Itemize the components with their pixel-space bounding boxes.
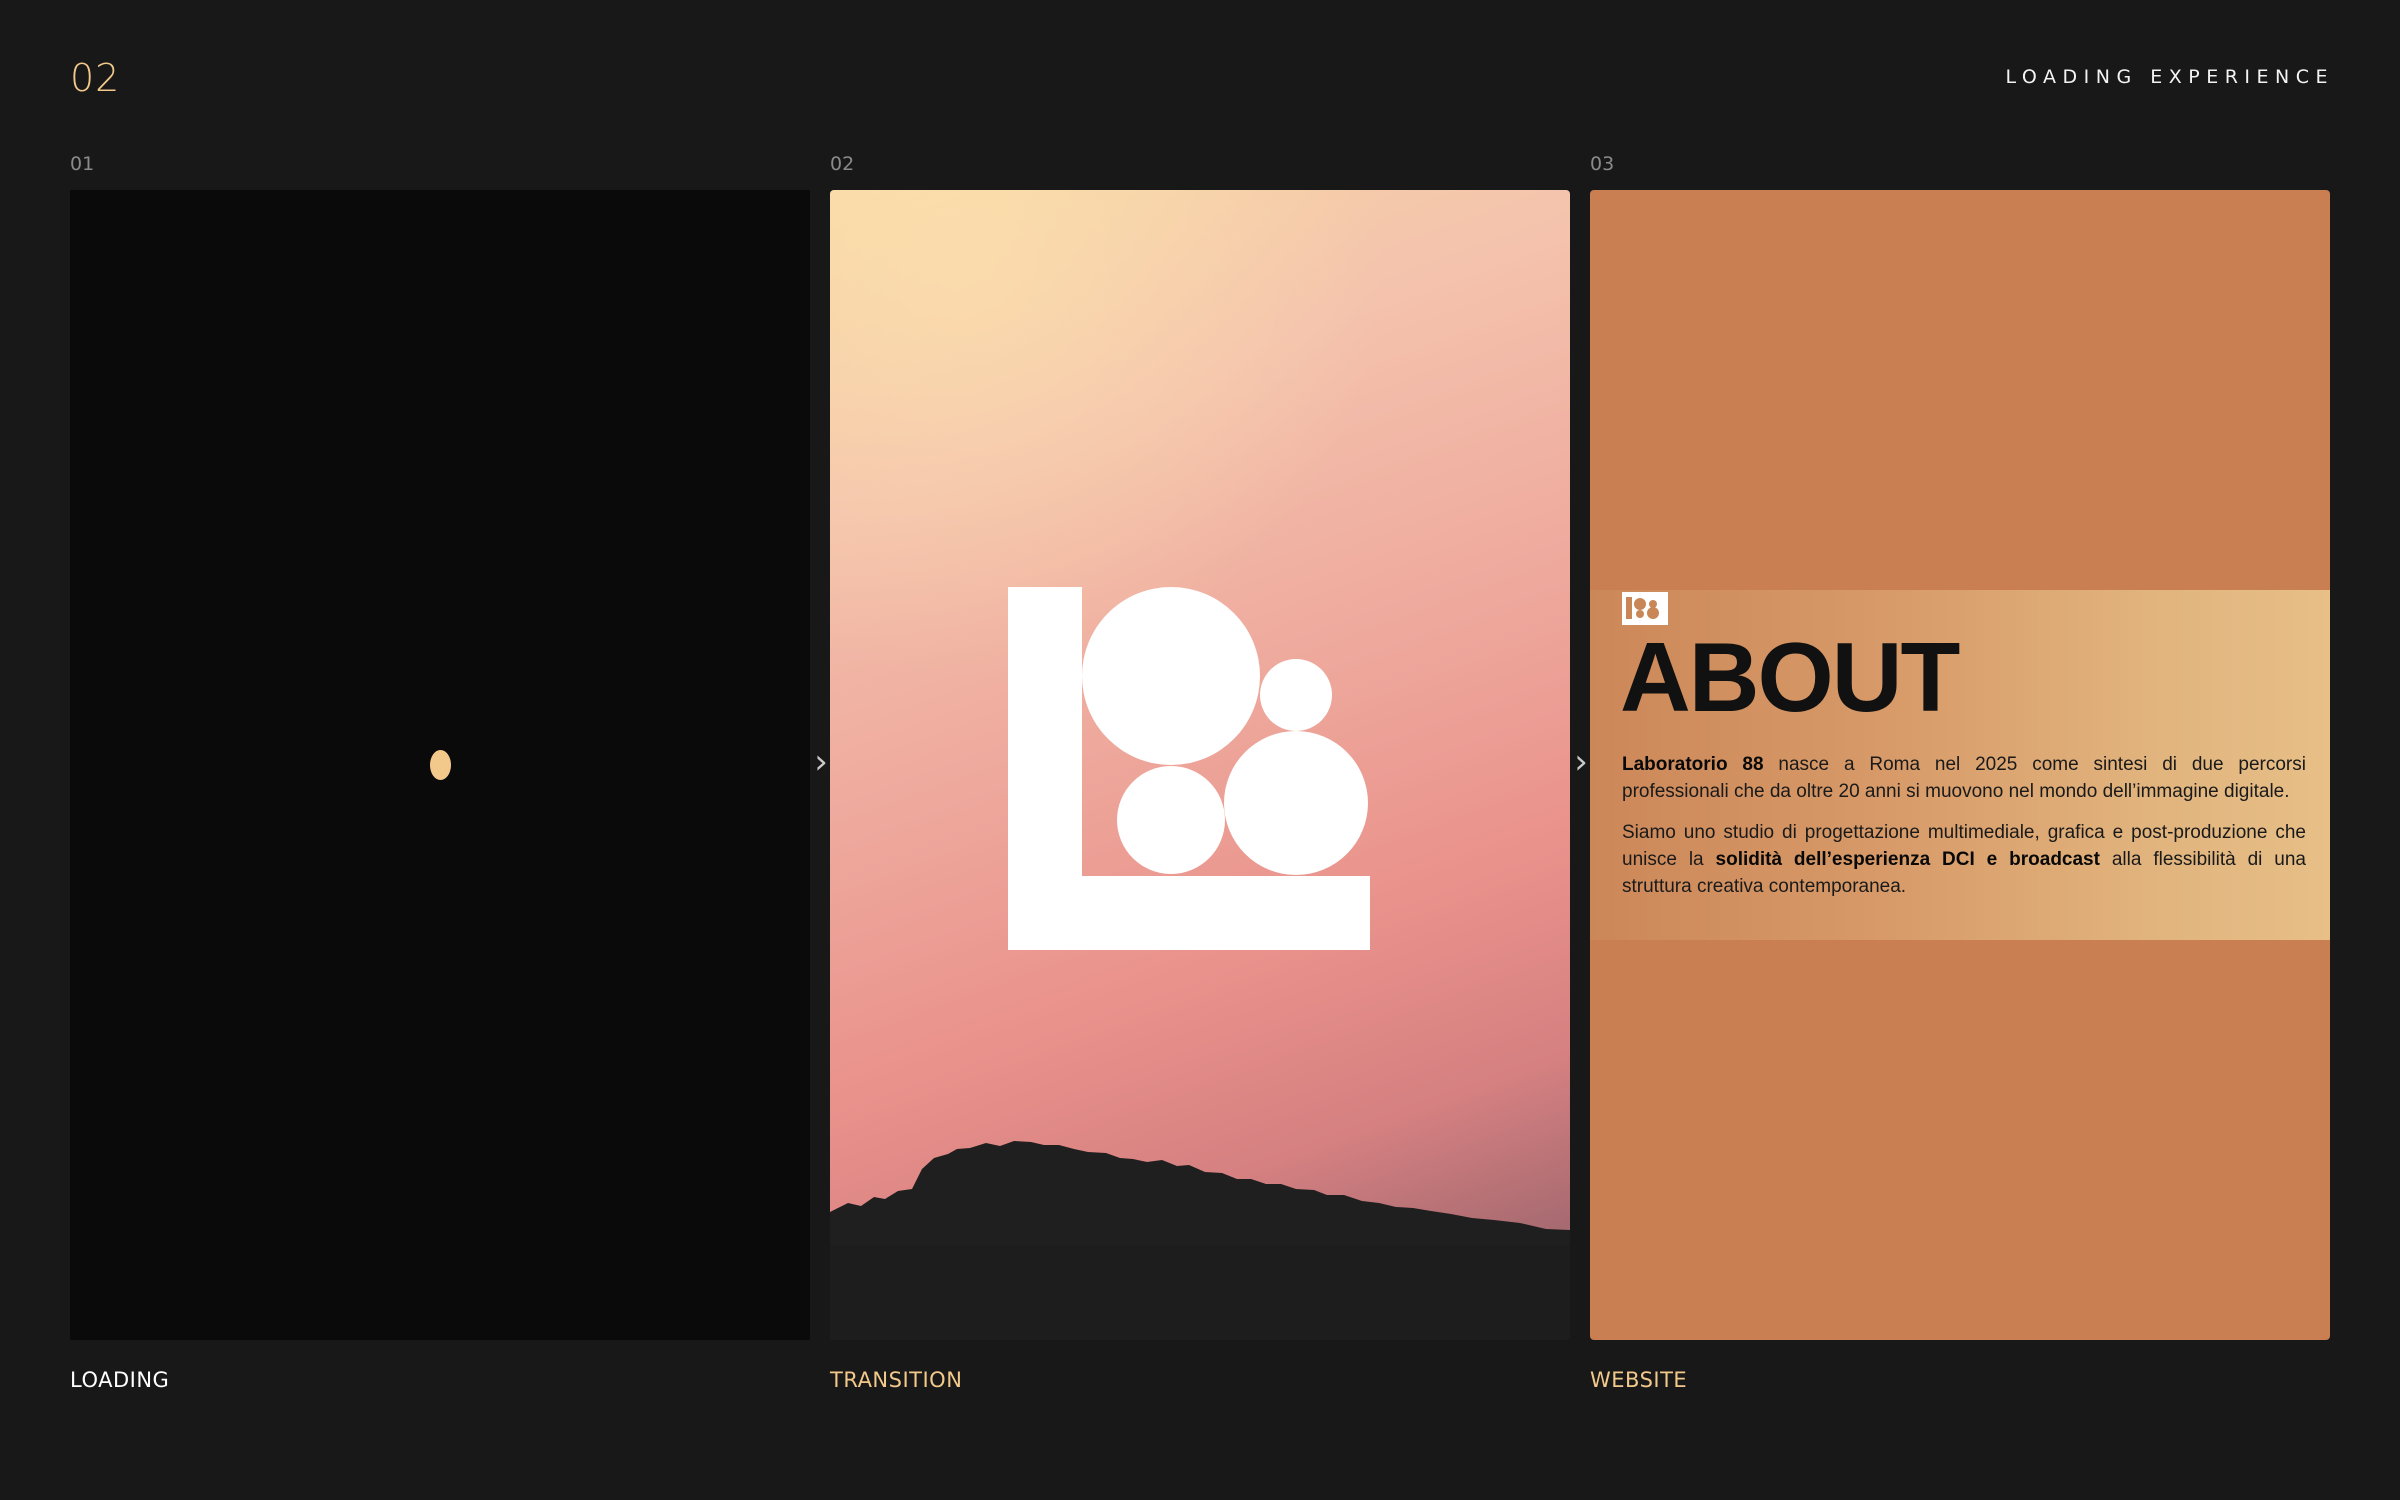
loading-experience-page: 02 LOADING EXPERIENCE 01 02 03 › › ABOUT… (0, 0, 2400, 1500)
panel-index-loading: 01 (70, 153, 95, 175)
chevron-right-icon: › (1574, 742, 1588, 782)
about-heading: ABOUT (1620, 622, 1960, 732)
about-paragraph-1: Laboratorio 88 nasce a Roma nel 2025 com… (1622, 751, 2306, 805)
panel-index-transition: 02 (830, 153, 855, 175)
laboratorio-88-logo (1008, 587, 1370, 950)
about-paragraph-1-bold: Laboratorio 88 (1622, 754, 1764, 775)
chevron-right-icon: › (814, 742, 828, 782)
panel-caption-transition: TRANSITION (830, 1368, 963, 1392)
panel-caption-website: WEBSITE (1590, 1368, 1688, 1392)
about-paragraph-2: Siamo uno studio di progettazione multim… (1622, 819, 2306, 900)
about-description: Laboratorio 88 nasce a Roma nel 2025 com… (1622, 751, 2306, 914)
panel-caption-loading: LOADING (70, 1368, 170, 1392)
page-title: LOADING EXPERIENCE (2005, 66, 2334, 88)
about-section: ABOUT Laboratorio 88 nasce a Roma nel 20… (1590, 590, 2330, 940)
website-panel: ABOUT Laboratorio 88 nasce a Roma nel 20… (1590, 190, 2330, 1340)
loading-dot-icon (430, 750, 451, 780)
laboratorio-88-logo-small (1622, 592, 1668, 625)
transition-panel (830, 190, 1570, 1340)
about-paragraph-2-bold: solidità dell’esperienza DCI e broadcast (1715, 849, 2100, 870)
panel-index-website: 03 (1590, 153, 1615, 175)
loading-panel (70, 190, 810, 1340)
page-number: 02 (70, 56, 121, 100)
